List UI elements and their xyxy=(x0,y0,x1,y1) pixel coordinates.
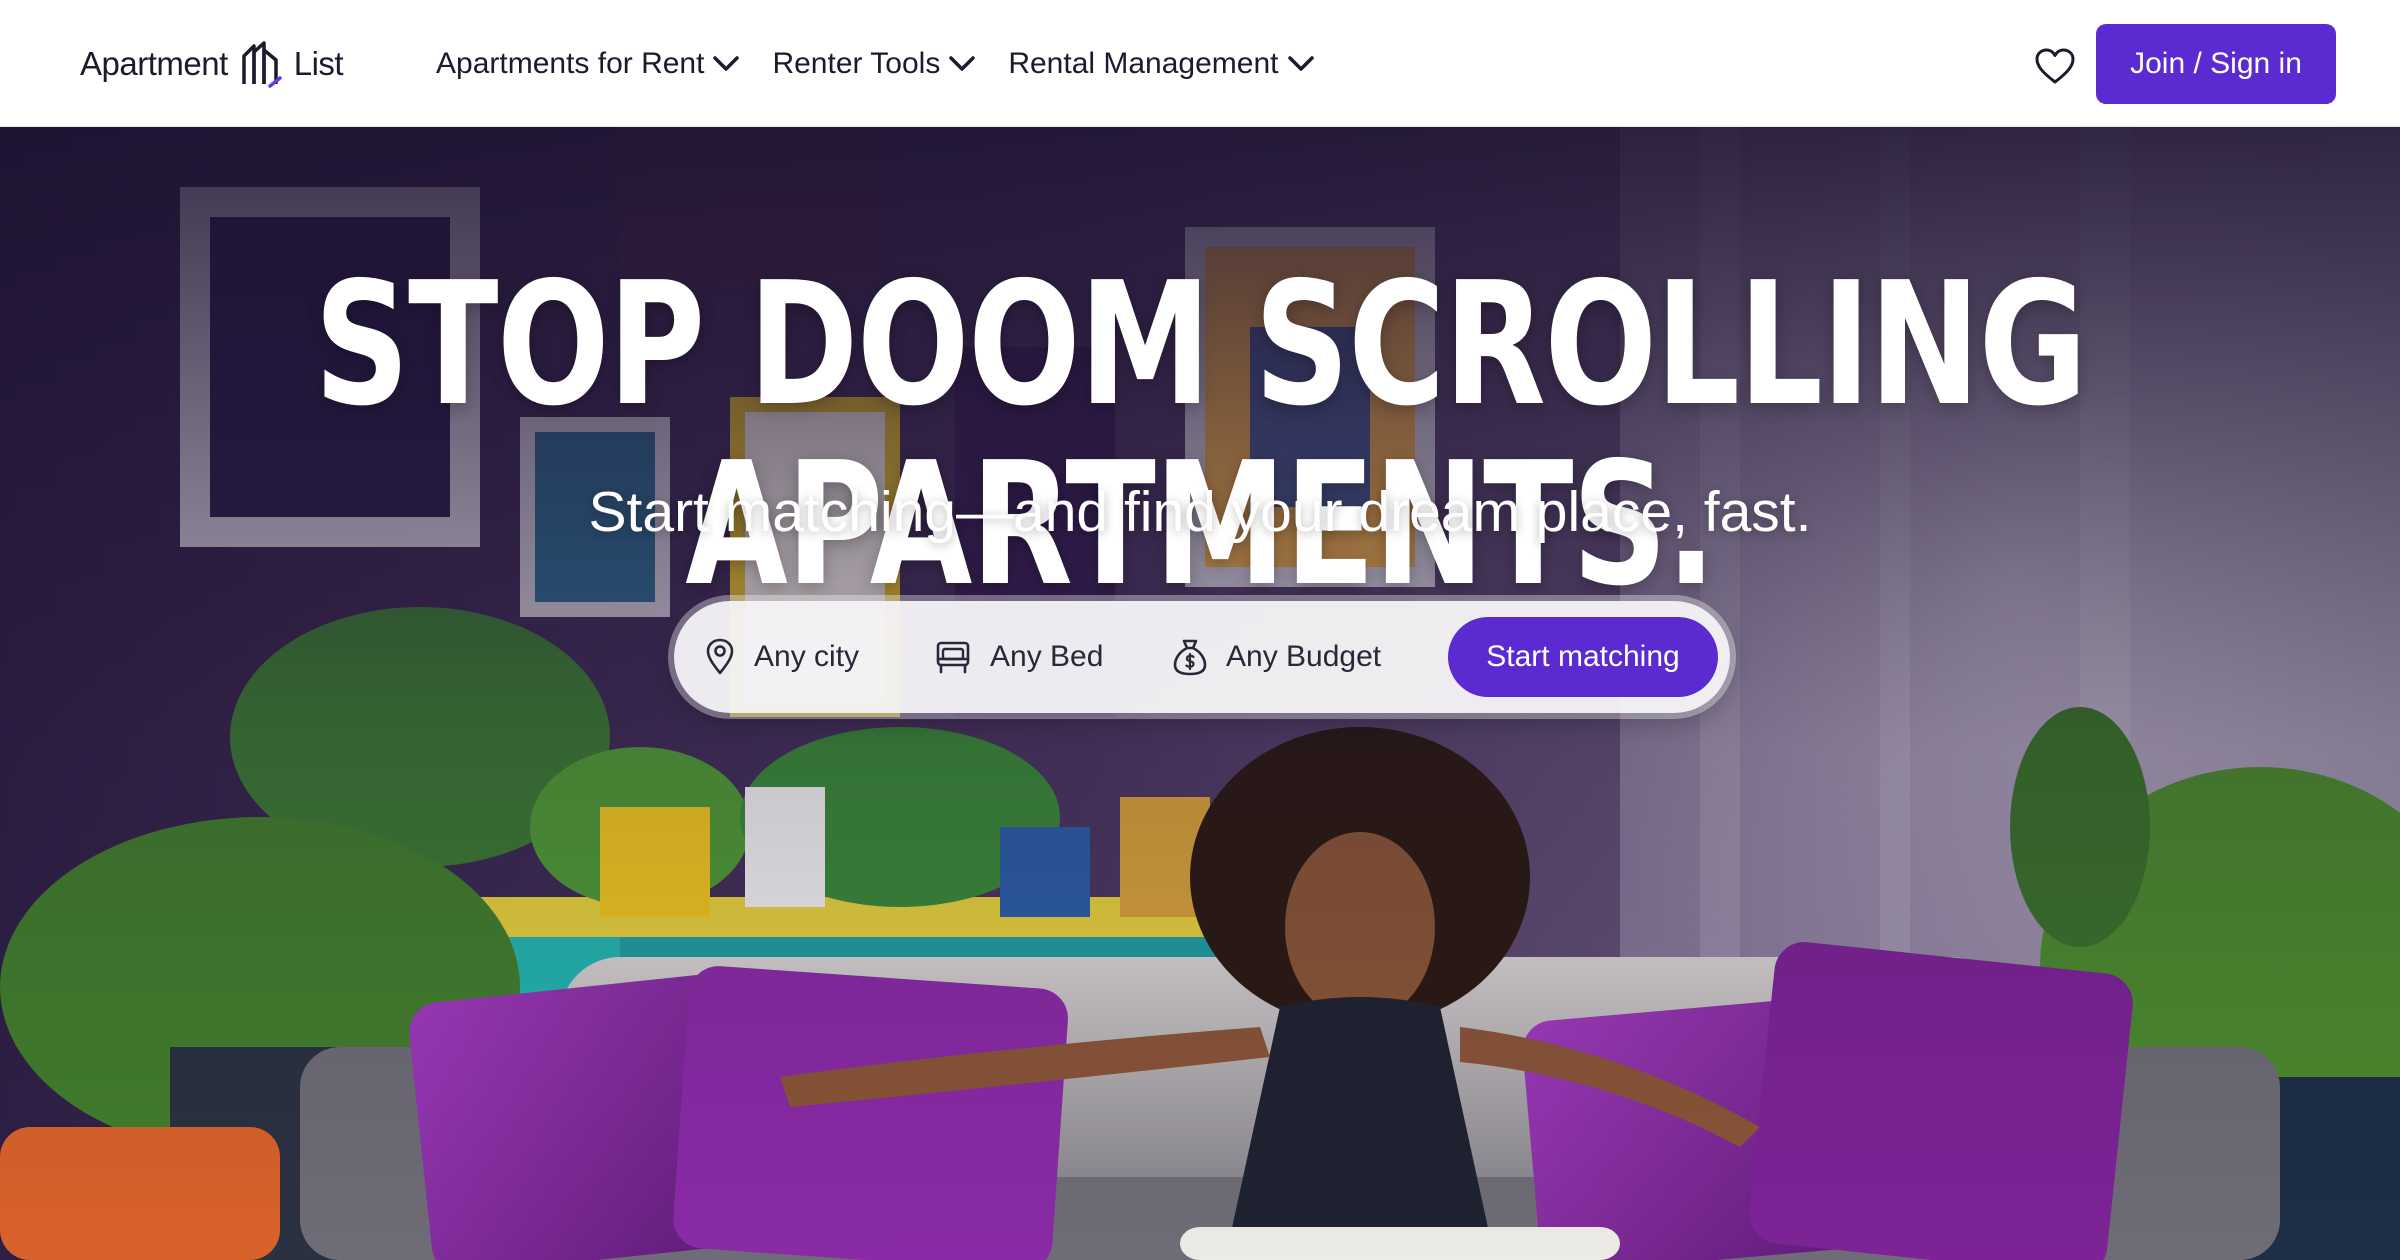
nav-apartments-for-rent[interactable]: Apartments for Rent xyxy=(436,42,740,86)
chevron-down-icon xyxy=(713,56,740,71)
bed-selector[interactable]: Any Bed xyxy=(934,617,1172,697)
nav-label: Renter Tools xyxy=(772,47,941,80)
map-pin-icon xyxy=(704,638,736,676)
logo-mark-icon xyxy=(242,41,282,88)
join-sign-in-button[interactable]: Join / Sign in xyxy=(2096,24,2336,104)
apartment-list-logo[interactable]: Apartment List xyxy=(80,38,344,90)
bed-label: Any Bed xyxy=(990,640,1104,673)
city-selector[interactable]: Any city xyxy=(704,617,934,697)
main-nav: Apartments for Rent Renter Tools Rental … xyxy=(436,42,1347,86)
nav-renter-tools[interactable]: Renter Tools xyxy=(772,42,976,86)
chevron-down-icon xyxy=(949,56,976,71)
bed-icon xyxy=(934,639,972,675)
hero-subheadline: Start matching—and find your dream place… xyxy=(588,480,1812,544)
nav-label: Rental Management xyxy=(1008,47,1279,80)
start-matching-button[interactable]: Start matching xyxy=(1448,617,1718,697)
money-bag-icon xyxy=(1172,638,1208,676)
budget-label: Any Budget xyxy=(1226,640,1382,673)
logo-word-list: List xyxy=(293,45,344,82)
nav-rental-management[interactable]: Rental Management xyxy=(1008,42,1314,86)
heart-icon xyxy=(2035,48,2075,84)
budget-selector[interactable]: Any Budget xyxy=(1172,617,1444,697)
logo-word-apartment: Apartment xyxy=(80,45,228,82)
nav-label: Apartments for Rent xyxy=(436,47,705,80)
apartment-search-bar: Any city Any Bed Any Budget Start matchi… xyxy=(674,601,1730,713)
hero-section: STOP DOOM SCROLLING APARTMENTS. Start ma… xyxy=(0,127,2400,1260)
city-label: Any city xyxy=(754,640,860,673)
chevron-down-icon xyxy=(1287,56,1314,71)
favorites-button[interactable] xyxy=(2032,46,2078,86)
hero-headline: STOP DOOM SCROLLING APARTMENTS. xyxy=(314,246,2087,624)
top-navigation-bar: Apartment List Apartments for Rent Rente… xyxy=(0,0,2400,127)
